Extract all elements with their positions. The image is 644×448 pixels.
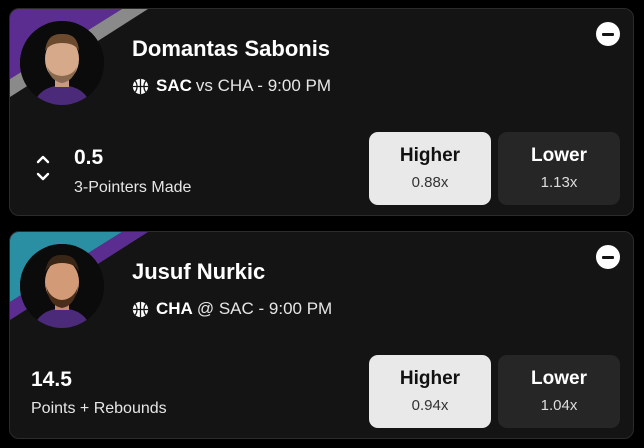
higher-label: Higher <box>399 145 461 166</box>
team-abbrev: SAC <box>156 76 192 95</box>
basketball-icon <box>132 78 149 94</box>
player-avatar <box>20 244 104 328</box>
pick-card: Domantas Sabonis SAC vs CHA - 9:00 PM 0.… <box>9 8 634 216</box>
lower-button[interactable]: Lower 1.04x <box>498 355 620 428</box>
higher-multiplier: 0.88x <box>411 174 449 191</box>
team-abbrev: CHA <box>156 299 193 318</box>
minus-icon <box>602 255 614 259</box>
lower-button[interactable]: Lower 1.13x <box>498 132 620 205</box>
matchup-text: vs CHA - 9:00 PM <box>195 76 332 95</box>
remove-pick-button[interactable] <box>596 22 620 46</box>
basketball-icon <box>132 301 149 317</box>
player-name: Domantas Sabonis <box>132 36 331 61</box>
minus-icon <box>602 32 614 36</box>
lower-label: Lower <box>531 368 587 389</box>
stat-line-value: 14.5 <box>31 368 72 391</box>
remove-pick-button[interactable] <box>596 245 620 269</box>
lower-label: Lower <box>531 145 587 166</box>
higher-button[interactable]: Higher 0.88x <box>369 132 491 205</box>
line-toggle-icon[interactable] <box>34 151 52 185</box>
game-info: CHA @ SAC - 9:00 PM <box>132 299 336 319</box>
higher-multiplier: 0.94x <box>411 397 449 414</box>
matchup-text: @ SAC - 9:00 PM <box>196 299 333 318</box>
player-name: Jusuf Nurkic <box>132 259 266 284</box>
stat-type-label: 3-Pointers Made <box>74 179 192 196</box>
game-info: SAC vs CHA - 9:00 PM <box>132 76 335 96</box>
stat-type-label: Points + Rebounds <box>31 400 167 417</box>
higher-button[interactable]: Higher 0.94x <box>369 355 491 428</box>
pick-card: Jusuf Nurkic CHA @ SAC - 9:00 PM 14.5 Po… <box>9 231 634 439</box>
lower-multiplier: 1.04x <box>540 397 578 414</box>
player-avatar <box>20 21 104 105</box>
stat-line-value: 0.5 <box>74 146 104 169</box>
higher-label: Higher <box>399 368 461 389</box>
lower-multiplier: 1.13x <box>540 174 578 191</box>
